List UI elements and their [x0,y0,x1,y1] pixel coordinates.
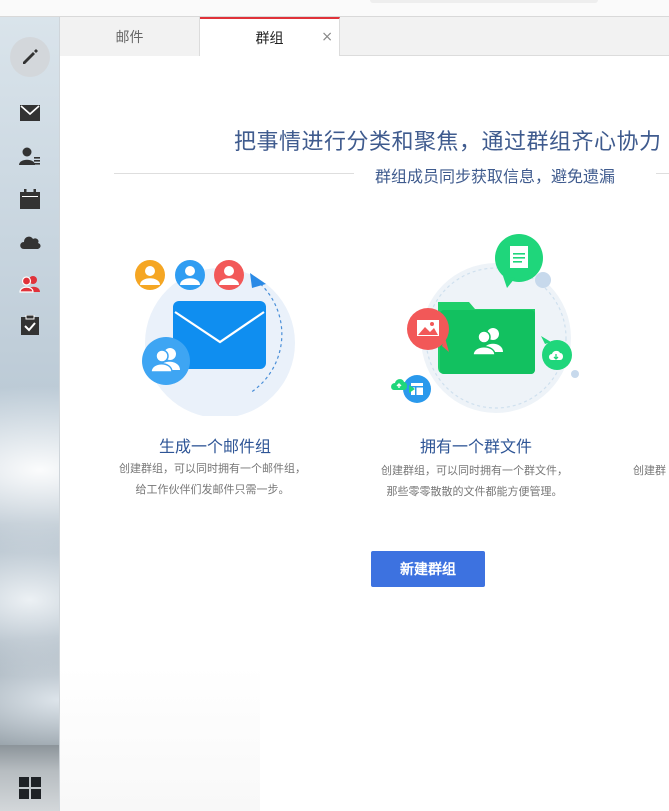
search-area [370,0,598,3]
tab-groups[interactable]: 群组 × [200,17,340,57]
mail-group-illustration [135,260,295,416]
sidebar-item-groups[interactable] [18,272,42,296]
feature-third-desc-line1: 创建群 [633,464,666,477]
apps-grid-icon [19,777,41,799]
calendar-icon [20,189,40,209]
cloud-icon [20,236,41,249]
apps-grid-button[interactable] [18,776,42,800]
feature-group-files-desc-line1: 创建群组，可以同时拥有一个群文件， [381,464,568,477]
close-tab-icon[interactable]: × [321,29,333,45]
background-fade [60,666,260,811]
sidebar-item-mail[interactable] [18,101,42,125]
sidebar-item-calendar[interactable] [18,187,42,211]
feature-mail-group-desc-line2: 给工作伙伴们发邮件只需一步。 [135,483,290,496]
feature-mail-group-title: 生成一个邮件组 [159,437,272,456]
tasks-icon [21,315,39,335]
group-files-illustration [391,234,579,413]
page-headline: 把事情进行分类和聚焦，通过群组齐心协力 [234,130,662,155]
contacts-icon [19,147,40,165]
create-group-button[interactable]: 新建群组 [371,551,485,587]
mail-icon [20,105,40,121]
sidebar-item-contacts[interactable] [18,144,42,168]
top-strip [0,0,669,17]
sidebar [0,17,60,811]
divider-right [656,173,669,174]
feature-mail-group-desc-line1: 创建群组，可以同时拥有一个邮件组， [119,462,306,475]
sidebar-item-cloud[interactable] [18,229,42,253]
subline-row: 群组成员同步获取信息，避免遗漏 [114,160,669,188]
feature-group-files-title: 拥有一个群文件 [420,437,533,456]
tab-mail-label: 邮件 [115,29,144,46]
compose-button[interactable] [10,37,50,77]
groups-page: 把事情进行分类和聚焦，通过群组齐心协力 群组成员同步获取信息，避免遗漏 生成一个… [60,56,669,811]
page-subline: 群组成员同步获取信息，避免遗漏 [375,167,616,186]
tab-mail[interactable]: 邮件 [60,17,200,56]
tab-bar: 邮件 群组 × [60,17,669,57]
tab-groups-label: 群组 [255,31,284,47]
feature-group-files-desc-line2: 那些零零散散的文件都能方便管理。 [386,485,563,498]
sidebar-item-tasks[interactable] [18,313,42,337]
feature-mail-group-desc: 创建群组，可以同时拥有一个邮件组， 给工作伙伴们发邮件只需一步。 [119,458,306,500]
groups-icon [19,276,40,293]
divider-left [114,173,354,174]
pencil-icon [23,49,38,64]
feature-group-files-desc: 创建群组，可以同时拥有一个群文件， 那些零零散散的文件都能方便管理。 [381,460,568,502]
feature-third-desc: 创建群 [633,460,666,481]
